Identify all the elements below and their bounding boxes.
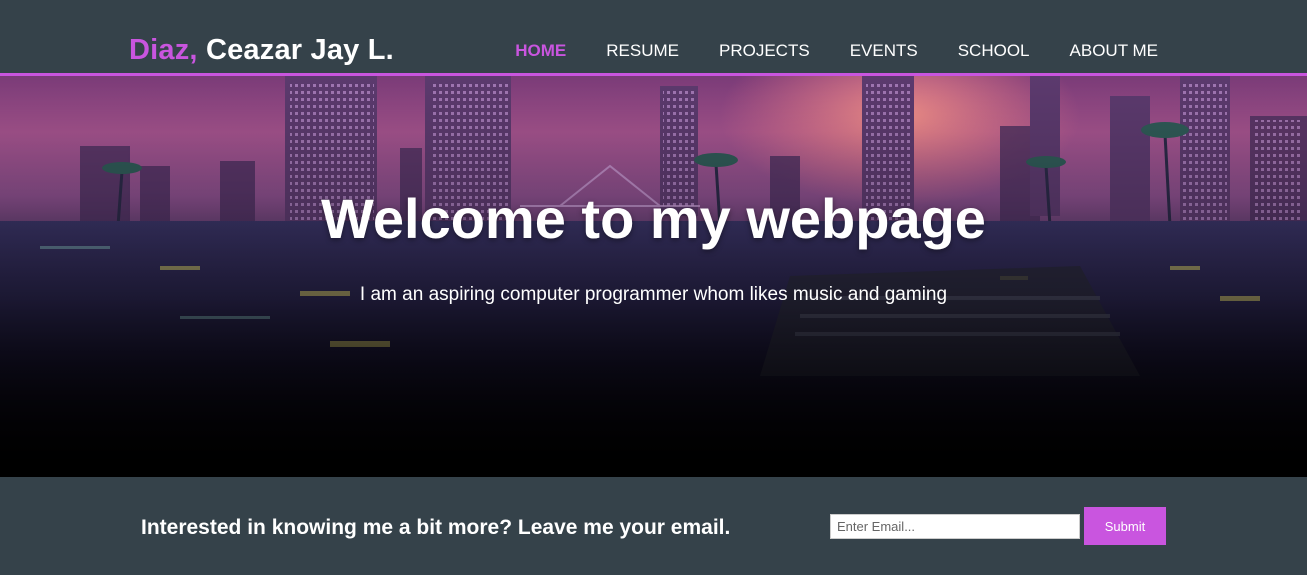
email-input[interactable] <box>830 514 1080 539</box>
hero-title: Welcome to my webpage <box>321 187 986 250</box>
brand-surname: Diaz, <box>129 34 198 66</box>
site-header: Diaz, Ceazar Jay L. HOME RESUME PROJECTS… <box>0 0 1307 76</box>
newsletter-prompt: Interested in knowing me a bit more? Lea… <box>141 516 731 539</box>
nav-school[interactable]: SCHOOL <box>958 41 1030 61</box>
hero-subtitle: I am an aspiring computer programmer who… <box>359 284 948 305</box>
nav-resume[interactable]: RESUME <box>606 41 679 61</box>
nav-about-me[interactable]: ABOUT ME <box>1070 41 1158 61</box>
nav-home[interactable]: HOME <box>515 41 566 61</box>
newsletter-bar: Interested in knowing me a bit more? Lea… <box>0 477 1307 575</box>
main-nav: HOME RESUME PROJECTS EVENTS SCHOOL ABOUT… <box>515 41 1158 61</box>
hero-content: Welcome to my webpage I am an aspiring c… <box>0 76 1307 477</box>
site-brand[interactable]: Diaz, Ceazar Jay L. <box>129 34 394 67</box>
nav-projects[interactable]: PROJECTS <box>719 41 810 61</box>
submit-button[interactable]: Submit <box>1084 507 1166 545</box>
nav-events[interactable]: EVENTS <box>850 41 918 61</box>
brand-given-name: Ceazar Jay L. <box>205 34 394 66</box>
hero-showcase: Welcome to my webpage I am an aspiring c… <box>0 76 1307 477</box>
